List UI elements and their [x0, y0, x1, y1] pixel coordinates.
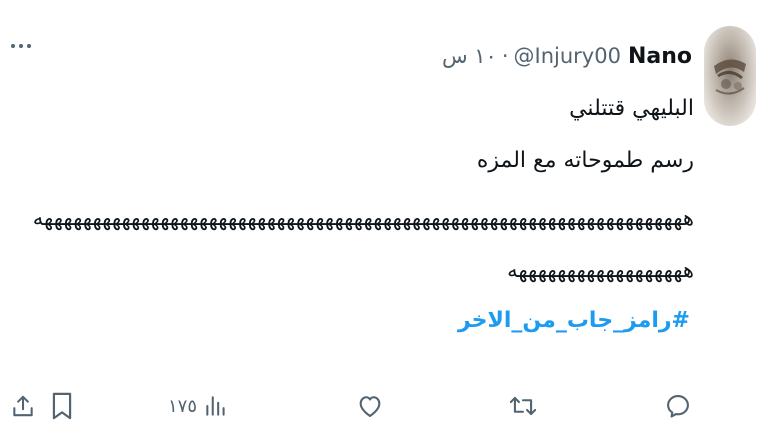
more-dot: [19, 44, 23, 48]
views-icon: [206, 396, 225, 416]
reply-button[interactable]: [664, 388, 692, 424]
tweet-text-line: رسم طموحاته مع المزه: [476, 148, 694, 173]
tweet-text-line: ههههههههههههههههههه: [507, 258, 695, 282]
bookmark-button[interactable]: [50, 388, 74, 424]
tweet-header: ١٠ س · @Injury00 Nano: [442, 38, 692, 74]
hashtag-link[interactable]: #رامز_جاب_من_الاخر: [458, 308, 690, 333]
share-button[interactable]: [10, 388, 36, 424]
views-count: ١٧٥: [168, 395, 198, 417]
retweet-icon: [509, 396, 537, 416]
more-dot: [11, 44, 15, 48]
reply-icon: [667, 395, 689, 418]
like-button[interactable]: [356, 388, 384, 424]
user-handle[interactable]: @Injury00: [514, 44, 621, 68]
views-button[interactable]: ١٧٥: [168, 388, 229, 424]
more-options-button[interactable]: [8, 36, 34, 56]
retweet-button[interactable]: [508, 388, 538, 424]
more-dot: [27, 44, 31, 48]
like-icon: [359, 396, 381, 417]
tweet-time[interactable]: ١٠ س: [442, 44, 497, 68]
tweet-text-line: هههههههههههههههههههههههههههههههههههههههه…: [32, 206, 695, 230]
tweet-text-line: البليهي قتتلني: [569, 96, 694, 121]
avatar-image: [714, 59, 746, 95]
tweet-card[interactable]: ١٠ س · @Injury00 Nano البليهي قتتلني رسم…: [0, 0, 768, 432]
display-name[interactable]: Nano: [628, 44, 692, 69]
share-icon: [13, 395, 33, 417]
header-separator: ·: [501, 44, 509, 68]
bookmark-icon: [52, 392, 72, 420]
avatar[interactable]: [704, 26, 756, 126]
